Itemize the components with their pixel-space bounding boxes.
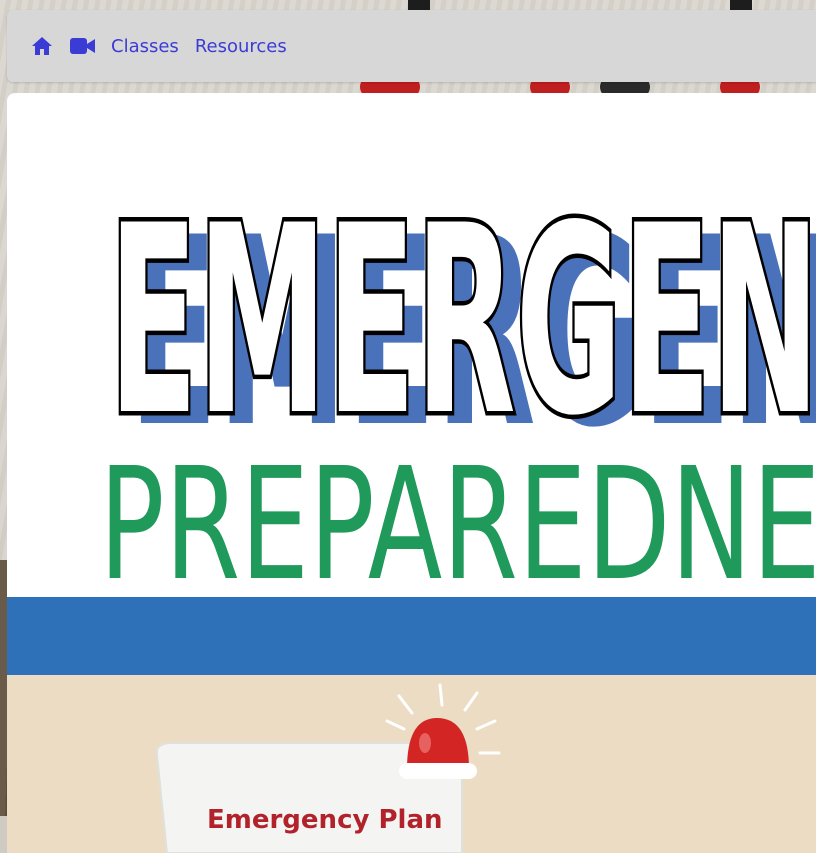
poster-blue-band bbox=[7, 597, 816, 675]
poster-subheadline: PREPAREDNESS bbox=[99, 434, 816, 615]
emergency-poster: EMERGENCY EMERGENCY PREPAREDNESS Emergen… bbox=[7, 167, 816, 853]
top-navbar: Classes Resources bbox=[7, 10, 816, 82]
video-camera-icon[interactable] bbox=[69, 33, 97, 59]
nav-link-classes[interactable]: Classes bbox=[111, 36, 179, 57]
emergency-plan-label: Emergency Plan bbox=[207, 805, 443, 835]
poster-card: EMERGENCY EMERGENCY PREPAREDNESS Emergen… bbox=[7, 93, 816, 853]
home-icon[interactable] bbox=[29, 33, 55, 59]
poster-headline: EMERGENCY bbox=[109, 171, 816, 473]
nav-link-resources[interactable]: Resources bbox=[195, 36, 287, 57]
